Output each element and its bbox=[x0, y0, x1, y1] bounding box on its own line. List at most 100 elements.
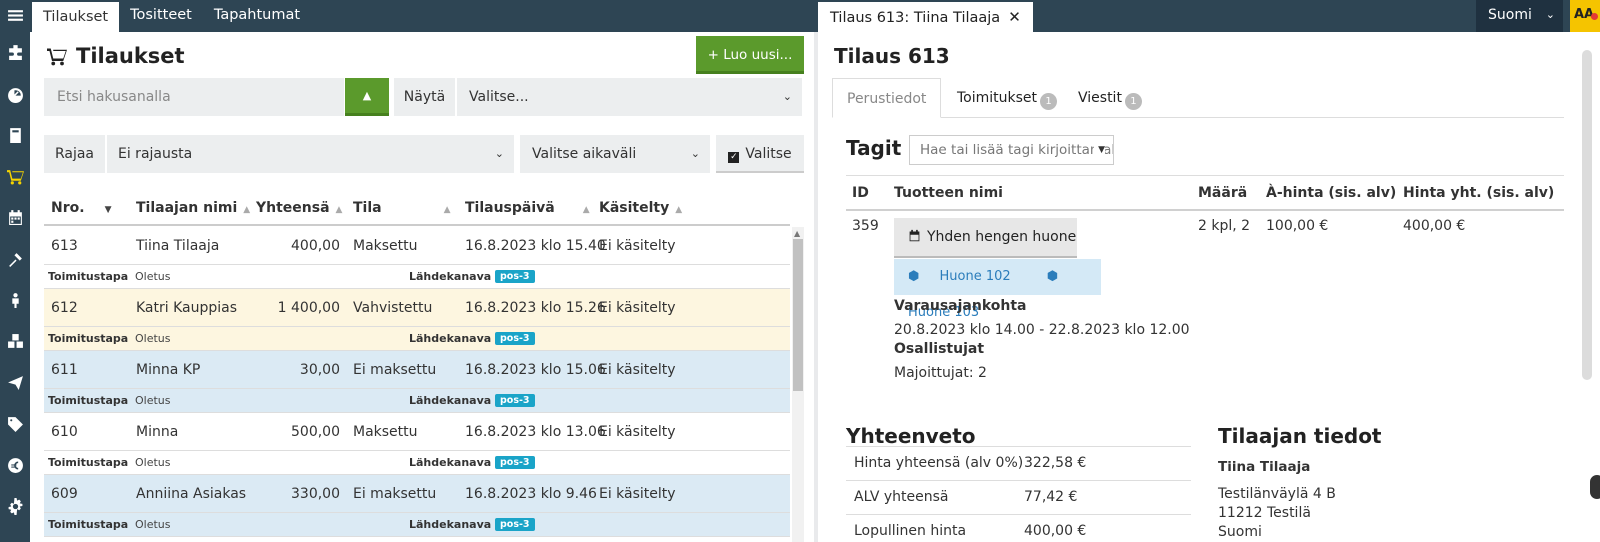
calendar-icon bbox=[909, 229, 920, 242]
table-row[interactable]: 612 Katri Kauppias 1 400,00 Vahvistettu … bbox=[44, 289, 790, 351]
create-new-button[interactable]: + Luo uusi... bbox=[696, 36, 804, 74]
row-details: Toimitustapa Oletus Lähdekanava pos-3 bbox=[44, 326, 790, 350]
gear-icon[interactable] bbox=[0, 491, 30, 521]
cell-nro: 612 bbox=[51, 300, 78, 316]
chevron-down-icon: ⌄ bbox=[782, 90, 792, 103]
tab-order-detail[interactable]: Tilaus 613: Tiina Tilaaja ✕ bbox=[818, 2, 1033, 32]
cell-name: Minna KP bbox=[136, 362, 201, 378]
sidebar bbox=[0, 0, 30, 542]
cart-icon[interactable] bbox=[0, 161, 30, 191]
summary-value: 400,00 € bbox=[1024, 523, 1087, 539]
cell-total: 500,00 bbox=[291, 424, 340, 440]
products-table-header: ID Tuotteen nimi Määrä À-hinta (sis. alv… bbox=[846, 175, 1564, 211]
puzzle-icon[interactable] bbox=[0, 37, 30, 67]
product-button[interactable]: Yhden hengen huone bbox=[894, 218, 1077, 258]
tab-perustiedot-label: Perustiedot bbox=[847, 91, 927, 107]
channel-badge: pos-3 bbox=[495, 518, 535, 531]
sort-icon: ▲ bbox=[243, 205, 251, 215]
cell-state: Maksettu bbox=[353, 424, 418, 440]
cell-state: Ei maksettu bbox=[353, 486, 437, 502]
collapse-handle[interactable] bbox=[1588, 473, 1600, 501]
table-row[interactable]: 611 Minna KP 30,00 Ei maksettu 16.8.2023… bbox=[44, 351, 790, 413]
book-icon[interactable] bbox=[0, 120, 30, 150]
cart-icon bbox=[47, 48, 67, 66]
col-handled[interactable]: Käsitelty ▲ bbox=[599, 200, 682, 216]
table-row[interactable]: 610 Minna 500,00 Maksettu 16.8.2023 klo … bbox=[44, 413, 790, 475]
tab-viestit-label: Viestit bbox=[1078, 90, 1122, 106]
scrollbar-thumb[interactable] bbox=[793, 239, 803, 391]
search-toggle-button[interactable]: ▲ bbox=[345, 78, 389, 116]
tab-tapahtumat[interactable]: Tapahtumat bbox=[203, 0, 311, 32]
page-scrollbar[interactable] bbox=[1578, 32, 1600, 542]
col-id: ID bbox=[852, 185, 869, 201]
cell-date: 16.8.2023 klo 15.06 bbox=[465, 362, 606, 378]
cell-handled: Ei käsitelty bbox=[599, 424, 676, 440]
show-select[interactable]: Valitse... ⌄ bbox=[457, 78, 802, 116]
cube-icon: ⬢ bbox=[1046, 269, 1059, 284]
col-total-label: Yhteensä bbox=[256, 200, 330, 216]
person-icon[interactable] bbox=[0, 285, 30, 315]
delivery-value: Oletus bbox=[135, 518, 171, 531]
page-scrollbar-thumb[interactable] bbox=[1582, 50, 1592, 380]
tools-icon[interactable] bbox=[0, 244, 30, 274]
tag-icon[interactable] bbox=[0, 409, 30, 439]
select-button[interactable]: ✓ Valitse bbox=[716, 135, 804, 173]
customer-country: Suomi bbox=[1218, 524, 1262, 540]
col-state[interactable]: Tila ▲ bbox=[353, 200, 451, 216]
tab-tositteet[interactable]: Tositteet bbox=[119, 0, 203, 32]
col-name[interactable]: Tilaajan nimi ▲ bbox=[136, 200, 250, 216]
cube-icon: ⬢ bbox=[908, 269, 924, 284]
filter-select[interactable]: Ei rajausta ⌄ bbox=[107, 135, 514, 173]
sort-icon: ▲ bbox=[335, 205, 343, 215]
table-row[interactable]: 613 Tiina Tilaaja 400,00 Maksettu 16.8.2… bbox=[44, 227, 790, 289]
scroll-up-icon: ▲ bbox=[794, 229, 801, 238]
dashboard-icon[interactable] bbox=[0, 79, 30, 109]
product-quantity: 2 kpl, 2 bbox=[1198, 218, 1251, 234]
tags-input[interactable]: Hae tai lisää tagi kirjoittamalla ▼ bbox=[909, 135, 1114, 165]
table-row[interactable]: 609 Anniina Asiakas 330,00 Ei maksettu 1… bbox=[44, 475, 790, 537]
sort-desc-icon: ▼ bbox=[104, 205, 112, 215]
calendar-icon[interactable] bbox=[0, 202, 30, 232]
tags-placeholder: Hae tai lisää tagi kirjoittamalla bbox=[920, 142, 1114, 158]
tab-viestit[interactable]: Viestit 1 bbox=[1064, 78, 1156, 118]
language-select[interactable]: Suomi ⌄ bbox=[1476, 0, 1563, 32]
channel-badge: pos-3 bbox=[495, 332, 535, 345]
col-date[interactable]: Tilauspäivä ▲ bbox=[465, 200, 590, 216]
table-scrollbar[interactable]: ▲ bbox=[792, 227, 804, 542]
orders-table-body: 613 Tiina Tilaaja 400,00 Maksettu 16.8.2… bbox=[44, 227, 790, 542]
font-size-button[interactable]: AA bbox=[1570, 0, 1600, 32]
menu-icon[interactable] bbox=[0, 0, 30, 30]
close-icon[interactable]: ✕ bbox=[1008, 8, 1021, 26]
time-range-select[interactable]: Valitse aikaväli ⌄ bbox=[520, 135, 710, 173]
search-input[interactable]: Etsi hakusanalla bbox=[44, 78, 344, 116]
boxes-icon[interactable] bbox=[0, 326, 30, 356]
tab-tilaukset[interactable]: Tilaukset bbox=[32, 2, 120, 32]
delivery-label: Toimitustapa bbox=[48, 270, 129, 283]
channel-badge: pos-3 bbox=[495, 456, 535, 469]
channel-badge: pos-3 bbox=[495, 270, 535, 283]
col-total[interactable]: Yhteensä ▲ bbox=[256, 200, 342, 216]
channel-label: Lähdekanava bbox=[409, 394, 492, 407]
tab-perustiedot[interactable]: Perustiedot bbox=[832, 78, 942, 118]
count-badge: 1 bbox=[1124, 93, 1142, 110]
channel-label: Lähdekanava bbox=[409, 332, 492, 345]
col-nro[interactable]: Nro. ▼ bbox=[51, 200, 111, 216]
cell-handled: Ei käsitelty bbox=[599, 486, 676, 502]
room-link-label: Huone 102 bbox=[939, 269, 1011, 284]
booking-time-value: 20.8.2023 klo 14.00 - 22.8.2023 klo 12.0… bbox=[894, 322, 1190, 338]
room-link[interactable]: ⬢ Huone 102 bbox=[908, 269, 1027, 284]
caret-up-icon: ▲ bbox=[362, 89, 372, 102]
language-label: Suomi bbox=[1488, 7, 1532, 23]
channel-label: Lähdekanava bbox=[409, 270, 492, 283]
euro-icon[interactable] bbox=[0, 450, 30, 480]
delivery-label: Toimitustapa bbox=[48, 332, 129, 345]
product-id: 359 bbox=[852, 218, 879, 234]
row-details: Toimitustapa Oletus Lähdekanava pos-3 bbox=[44, 388, 790, 412]
row-details: Toimitustapa Oletus Lähdekanava pos-3 bbox=[44, 512, 790, 536]
sort-icon: ▲ bbox=[443, 205, 451, 215]
tab-toimitukset[interactable]: Toimitukset 1 bbox=[943, 78, 1071, 118]
send-icon[interactable] bbox=[0, 367, 30, 397]
customer-postal: 11212 Testilä bbox=[1218, 505, 1311, 521]
participants-value: Majoittujat: 2 bbox=[894, 365, 987, 381]
row-details: Toimitustapa Oletus Lähdekanava pos-3 bbox=[44, 450, 790, 474]
